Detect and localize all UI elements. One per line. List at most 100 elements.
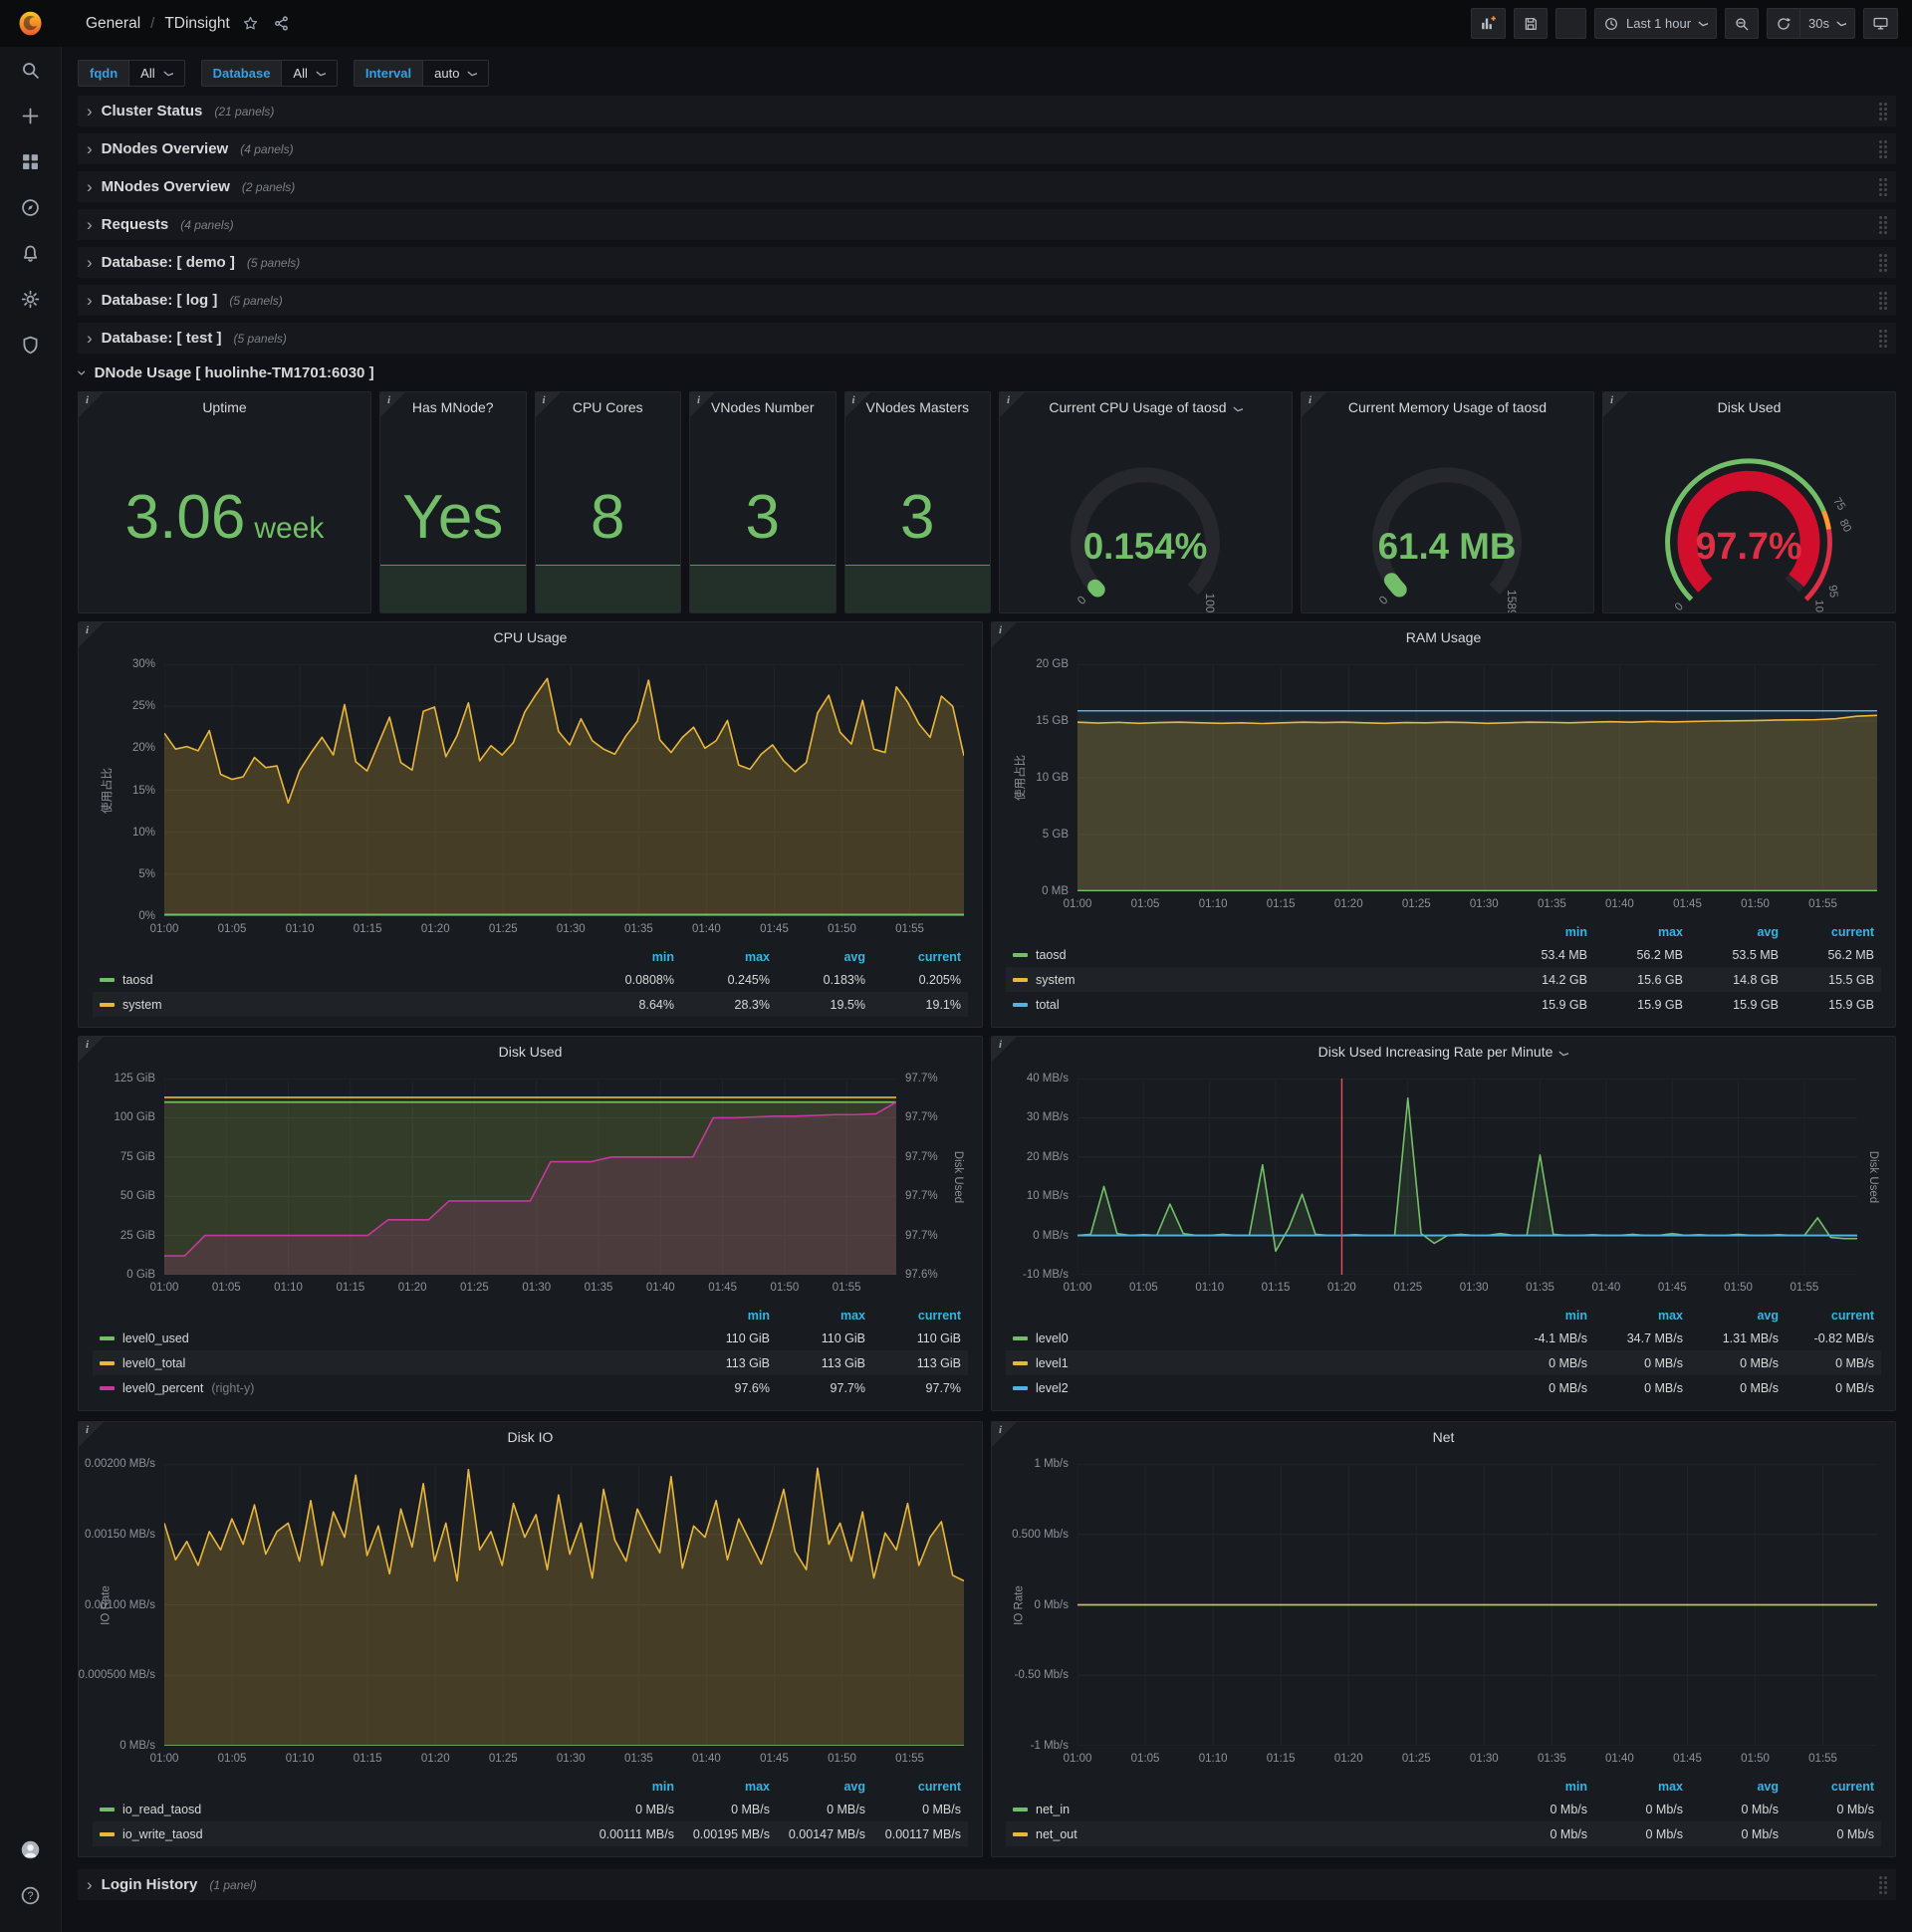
gauge[interactable]: 0 100 0.154% [1000,422,1292,612]
panel-info-corner[interactable] [992,1422,1017,1447]
sidebar-item-plus[interactable] [0,93,62,138]
chart-plot[interactable]: 125 GiB 100 GiB 75 GiB 50 GiB 25 GiB 0 GiB 97.… [114,1073,964,1294]
cycle-view-button[interactable] [1863,8,1898,39]
panel-info-corner[interactable] [844,392,870,417]
share-dashboard-button[interactable] [271,13,292,34]
row-drag-handle[interactable] [1879,139,1887,158]
panel-info-corner[interactable] [380,392,405,417]
panel-info-corner[interactable] [79,1037,104,1062]
panel-info-corner[interactable] [1000,392,1025,417]
panel-header[interactable]: i Net [992,1422,1895,1452]
row-drag-handle[interactable] [1879,177,1887,196]
legend-series-toggle[interactable]: taosd [100,973,579,987]
legend-series-toggle[interactable]: total [1013,998,1492,1012]
variable-Database[interactable]: Database All [200,60,338,87]
legend-series-toggle[interactable]: io_write_taosd [100,1827,579,1841]
info-icon: i [86,1039,90,1051]
panel-header[interactable]: i Disk Used [79,1037,982,1067]
panel-header[interactable]: i VNodes Masters [844,392,991,422]
panel-info-corner[interactable] [992,622,1017,647]
row-drag-handle[interactable] [1879,329,1887,348]
sidebar-item-explore[interactable] [0,184,62,230]
breadcrumb-page[interactable]: TDinsight [164,15,229,33]
chart-plot[interactable]: 40 MB/s 30 MB/s 20 MB/s 10 MB/s 0 MB/s -10 MB… [1023,1073,1879,1294]
legend-series-toggle[interactable]: system [1013,973,1492,987]
breadcrumb-section[interactable]: General [86,15,140,33]
dashboard-row-database-test-[interactable]: › Database: [ test ] (5 panels) [78,323,1896,354]
panel-header[interactable]: i Current CPU Usage of taosd [1000,392,1292,422]
chart-plot[interactable]: 1 Mb/s 0.500 Mb/s 0 Mb/s -0.50 Mb/s -1 Mb/s 0… [1012,1458,1877,1765]
grafana-logo-icon[interactable] [0,0,62,47]
panel-info-corner[interactable] [79,1422,104,1447]
save-dashboard-button[interactable] [1513,8,1548,39]
dashboard-row-database-log-[interactable]: › Database: [ log ] (5 panels) [78,285,1896,316]
sidebar-item-settings[interactable] [0,276,62,322]
dashboard-row-database-demo-[interactable]: › Database: [ demo ] (5 panels) [78,247,1896,278]
panel-header[interactable]: i Disk IO [79,1422,982,1452]
variable-fqdn[interactable]: fqdn All [78,60,185,87]
dashboard-row-mnodes-overview[interactable]: › MNodes Overview (2 panels) [78,171,1896,202]
sidebar-item-search[interactable] [0,47,62,93]
row-drag-handle[interactable] [1879,291,1887,310]
legend-series-toggle[interactable]: level0_percent (right-y) [100,1381,674,1395]
panel-info-corner[interactable] [1302,392,1326,417]
legend-series-toggle[interactable]: system [100,998,579,1012]
sidebar-item-help[interactable]: ? [0,1872,62,1918]
row-drag-handle[interactable] [1879,1875,1887,1894]
chart-plot[interactable]: 30% 25% 20% 15% 10% 5% 0% 01:00 01:05 01:10 01:15 0… [132,658,964,935]
row-drag-handle[interactable] [1879,215,1887,234]
panel-header[interactable]: i Current Memory Usage of taosd [1302,392,1593,422]
panel-header[interactable]: i CPU Usage [79,622,982,652]
panel-header[interactable]: i Disk Used Increasing Rate per Minute [992,1037,1895,1067]
add-panel-button[interactable] [1470,8,1506,39]
panel-header[interactable]: i Uptime [79,392,370,422]
panel-header[interactable]: i VNodes Number [690,392,836,422]
sidebar-item-alerting[interactable] [0,230,62,276]
legend-series-toggle[interactable]: io_read_taosd [100,1803,579,1816]
variable-value-dropdown[interactable]: All [128,60,185,87]
refresh-interval-picker[interactable]: 30s [1799,8,1855,39]
chart-plot[interactable]: 0.00200 MB/s 0.00150 MB/s 0.00100 MB/s 0.00… [79,1458,964,1765]
dashboard-row-cluster-status[interactable]: › Cluster Status (21 panels) [78,96,1896,126]
panel-header[interactable]: i CPU Cores [535,392,681,422]
refresh-button[interactable] [1767,8,1800,39]
legend-series-toggle[interactable]: level0_used [100,1331,674,1345]
panel-header[interactable]: i Has MNode? [380,392,526,422]
panel-info-corner[interactable] [992,1037,1017,1062]
dashboard-settings-button[interactable] [1554,8,1586,39]
sidebar-item-avatar[interactable] [0,1826,62,1872]
dashboard-row-login-history[interactable]: › Login History (1 panel) [78,1869,1896,1900]
chart-plot[interactable]: 20 GB 15 GB 10 GB 5 GB 0 MB 01:00 01:05 01:10 01… [1036,658,1877,910]
legend-series-toggle[interactable]: level1 [1013,1356,1492,1370]
variable-Interval[interactable]: Interval auto [353,60,490,87]
panel-header[interactable]: i RAM Usage [992,622,1895,652]
legend-series-toggle[interactable]: level2 [1013,1381,1492,1395]
time-range-picker[interactable]: Last 1 hour [1593,8,1718,39]
gauge[interactable]: 0 75 80 95 100 97.7% [1603,422,1895,612]
x-axis-tick: 01:00 [1063,1753,1092,1765]
legend-series-toggle[interactable]: taosd [1013,948,1492,962]
sidebar-item-shield[interactable] [0,322,62,367]
row-drag-handle[interactable] [1879,253,1887,272]
star-dashboard-button[interactable] [240,13,261,34]
dashboard-row-dnode-usage[interactable]: › DNode Usage [ huolinhe-TM1701:6030 ] [73,361,1896,384]
panel-info-corner[interactable] [79,622,104,647]
legend-series-toggle[interactable]: level0_total [100,1356,674,1370]
panel-header[interactable]: i Disk Used [1603,392,1895,422]
panel-info-corner[interactable] [79,392,104,417]
panel-info-corner[interactable] [1603,392,1628,417]
legend-series-toggle[interactable]: net_out [1013,1827,1492,1841]
panel-info-corner[interactable] [535,392,561,417]
variable-value-dropdown[interactable]: All [281,60,338,87]
panel-info-corner[interactable] [690,392,715,417]
zoom-out-time-button[interactable] [1725,8,1760,39]
row-drag-handle[interactable] [1879,102,1887,121]
dashboard-row-dnodes-overview[interactable]: › DNodes Overview (4 panels) [78,133,1896,164]
gauge[interactable]: 0 1589 61.4 MB [1302,422,1593,612]
sidebar-item-dashboards[interactable] [0,138,62,184]
variable-value-dropdown[interactable]: auto [422,60,490,87]
legend-series-toggle[interactable]: level0 [1013,1331,1492,1345]
dashboard-row-requests[interactable]: › Requests (4 panels) [78,209,1896,240]
alerting-icon [20,243,41,264]
legend-series-toggle[interactable]: net_in [1013,1803,1492,1816]
